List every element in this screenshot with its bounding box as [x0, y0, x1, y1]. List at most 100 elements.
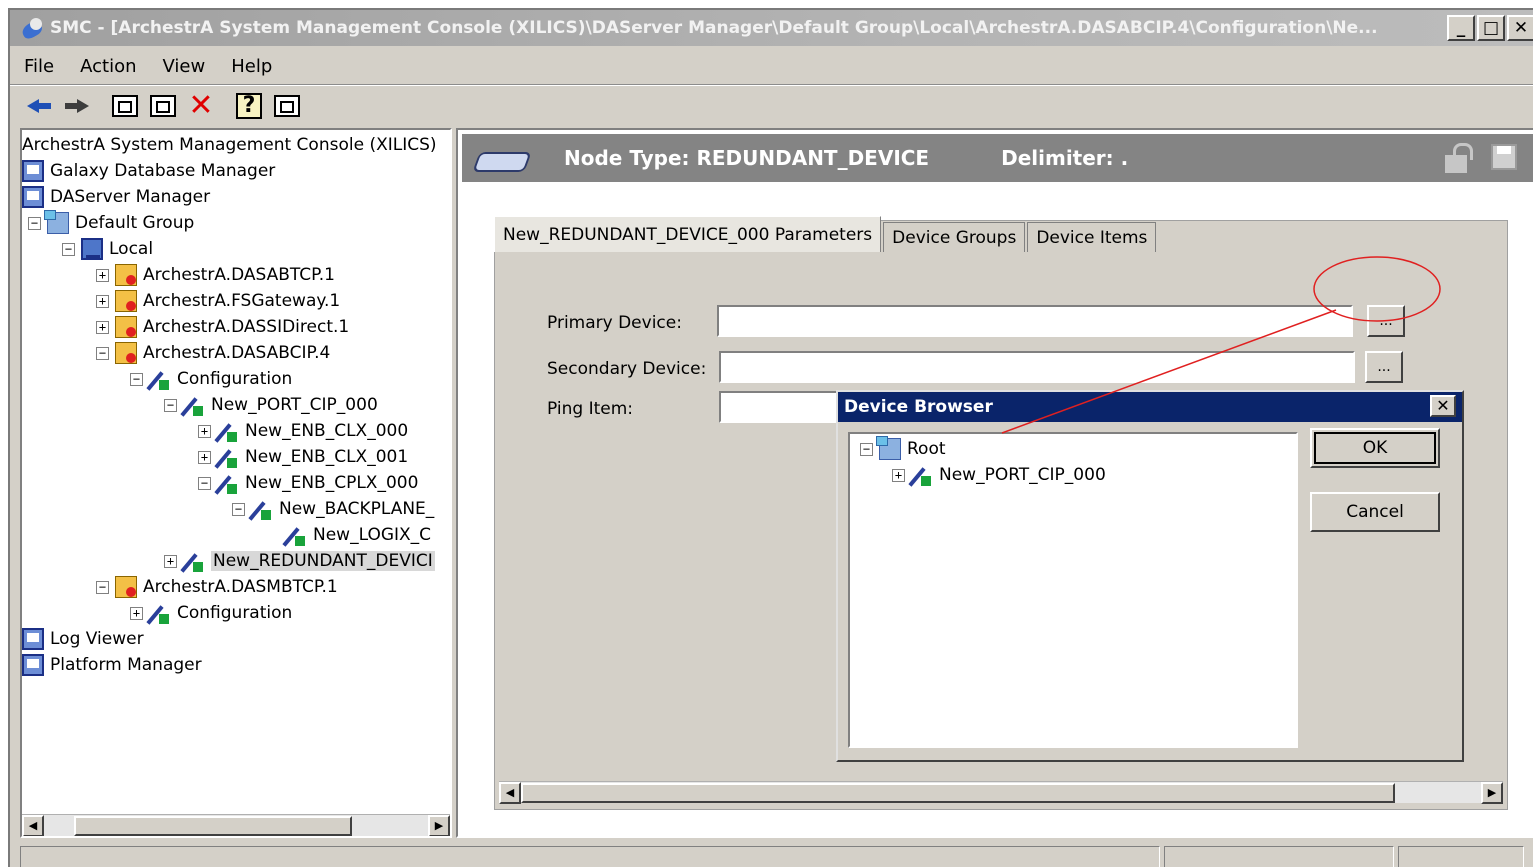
title-bar[interactable]: SMC - [ArchestrA System Management Conso…: [10, 10, 1533, 46]
tree-item-enb-cplx-000[interactable]: − New_ENB_CPLX_000: [198, 470, 418, 496]
back-button[interactable]: [24, 92, 54, 120]
status-cell-main: [20, 846, 1160, 867]
collapse-icon[interactable]: −: [96, 346, 109, 360]
unlock-icon[interactable]: [1445, 143, 1473, 173]
properties-button[interactable]: [272, 92, 302, 120]
tree-item-label: ArchestrA.DASABCIP.4: [143, 343, 331, 363]
dialog-title-bar[interactable]: Device Browser ✕: [838, 392, 1462, 422]
dialog-close-button[interactable]: ✕: [1430, 395, 1456, 417]
collapse-icon[interactable]: −: [130, 372, 143, 386]
tree-item-default-group[interactable]: − Default Group: [28, 210, 194, 236]
tree-item-fsgateway[interactable]: + ArchestrA.FSGateway.1: [96, 288, 340, 314]
tree-item-backplane[interactable]: − New_BACKPLANE_: [232, 496, 434, 522]
monitor-icon: [22, 628, 44, 650]
node-type-label: Node Type: REDUNDANT_DEVICE: [564, 146, 930, 170]
primary-browse-button[interactable]: ...: [1367, 305, 1405, 337]
up-folder-icon: [112, 95, 138, 117]
expand-icon[interactable]: +: [892, 468, 905, 482]
help-button[interactable]: ?: [234, 92, 264, 120]
tree-item-local[interactable]: − Local: [62, 236, 153, 262]
collapse-icon[interactable]: −: [62, 242, 75, 256]
tab-device-items[interactable]: Device Items: [1027, 222, 1157, 252]
tree-item-dasmbtcp[interactable]: − ArchestrA.DASMBTCP.1: [96, 574, 338, 600]
tree-item-log-viewer[interactable]: Log Viewer: [22, 626, 144, 652]
expand-icon[interactable]: +: [96, 268, 109, 282]
expand-icon[interactable]: +: [198, 450, 211, 464]
tree-item-platform-manager[interactable]: Platform Manager: [22, 652, 202, 678]
collapse-icon[interactable]: −: [164, 398, 177, 412]
tree-item-dasabcip[interactable]: − ArchestrA.DASABCIP.4: [96, 340, 330, 366]
collapse-icon[interactable]: −: [198, 476, 211, 490]
menu-file[interactable]: File: [24, 56, 54, 77]
up-folder-button[interactable]: [110, 92, 140, 120]
expand-icon[interactable]: +: [198, 424, 211, 438]
save-icon[interactable]: [1491, 144, 1517, 170]
group-icon: [44, 210, 69, 234]
window-title: SMC - [ArchestrA System Management Conso…: [50, 18, 1378, 38]
secondary-browse-button[interactable]: ...: [1365, 351, 1403, 383]
tree-item-galaxy-db[interactable]: Galaxy Database Manager: [22, 158, 275, 184]
expand-icon[interactable]: +: [164, 554, 177, 568]
cancel-button[interactable]: Cancel: [1310, 492, 1440, 532]
menu-action[interactable]: Action: [80, 56, 136, 77]
status-cell-3: [1398, 846, 1524, 867]
tree-item-redundant-device[interactable]: + New_REDUNDANT_DEVICI: [164, 548, 435, 574]
device-browser-tree[interactable]: − Root + New_PORT_CIP_000: [848, 432, 1298, 748]
tree-item-enb-clx-001[interactable]: + New_ENB_CLX_001: [198, 444, 408, 470]
help-icon: ?: [236, 93, 262, 119]
collapse-icon[interactable]: −: [28, 216, 41, 230]
tree-item-label: Galaxy Database Manager: [50, 161, 276, 181]
tree-item-configuration[interactable]: − Configuration: [130, 366, 292, 392]
primary-device-input[interactable]: [717, 305, 1353, 337]
menu-help[interactable]: Help: [231, 56, 272, 77]
device-icon: [183, 550, 205, 572]
tab-parameters[interactable]: New_REDUNDANT_DEVICE_000 Parameters: [494, 216, 882, 252]
tree-item-configuration-2[interactable]: + Configuration: [130, 600, 292, 626]
browser-item-label: Root: [907, 439, 946, 459]
secondary-device-input[interactable]: [719, 351, 1355, 383]
collapse-icon[interactable]: −: [860, 442, 873, 456]
collapse-icon[interactable]: −: [232, 502, 245, 516]
delete-button[interactable]: ✕: [186, 91, 216, 121]
scroll-thumb[interactable]: [74, 815, 352, 836]
browser-item-root[interactable]: − Root: [860, 436, 946, 462]
device-icon: [217, 472, 239, 494]
scroll-right-button[interactable]: ▶: [428, 814, 450, 836]
show-hide-tree-button[interactable]: [148, 92, 178, 120]
monitor-icon: [22, 654, 44, 676]
tree-item-port-cip[interactable]: − New_PORT_CIP_000: [164, 392, 378, 418]
ok-button[interactable]: OK: [1310, 428, 1440, 468]
scroll-thumb[interactable]: [521, 782, 1395, 803]
panel-horizontal-scrollbar[interactable]: ◀ ▶: [499, 781, 1503, 804]
tree-item-logix[interactable]: New_LOGIX_C: [285, 522, 431, 548]
tree-item-enb-clx-000[interactable]: + New_ENB_CLX_000: [198, 418, 408, 444]
device-icon: [217, 420, 239, 442]
tree-horizontal-scrollbar[interactable]: ◀ ▶: [22, 814, 450, 836]
tab-device-groups[interactable]: Device Groups: [883, 222, 1026, 252]
expand-icon[interactable]: +: [130, 606, 143, 620]
forward-button[interactable]: [62, 92, 92, 120]
browser-item-port-cip[interactable]: + New_PORT_CIP_000: [892, 462, 1106, 488]
tree-item-label: ArchestrA.DASABTCP.1: [143, 265, 335, 285]
tree-item-label: ArchestrA.DASSIDirect.1: [143, 317, 350, 337]
tree-item-label: Configuration: [177, 603, 293, 623]
node-header: Node Type: REDUNDANT_DEVICE Delimiter: .: [462, 134, 1533, 182]
scroll-right-button[interactable]: ▶: [1481, 781, 1503, 804]
minimize-button[interactable]: _: [1447, 15, 1475, 41]
collapse-icon[interactable]: −: [96, 580, 109, 594]
tree-item-root[interactable]: ArchestrA System Management Console (XIL…: [22, 132, 437, 158]
tab-strip: New_REDUNDANT_DEVICE_000 Parameters Devi…: [494, 216, 1158, 252]
expand-icon[interactable]: +: [96, 294, 109, 308]
maximize-button[interactable]: □: [1477, 15, 1505, 41]
tree-item-daserver-manager[interactable]: DAServer Manager: [22, 184, 210, 210]
scroll-left-button[interactable]: ◀: [499, 781, 521, 804]
console-tree[interactable]: ArchestrA System Management Console (XIL…: [20, 128, 452, 838]
menu-view[interactable]: View: [163, 56, 206, 77]
scroll-left-button[interactable]: ◀: [22, 814, 44, 836]
tree-item-dassidirect[interactable]: + ArchestrA.DASSIDirect.1: [96, 314, 349, 340]
daserver-icon: [115, 264, 137, 286]
expand-icon[interactable]: +: [96, 320, 109, 334]
daserver-icon: [115, 290, 137, 312]
close-button[interactable]: ✕: [1507, 15, 1533, 41]
tree-item-dasabtcp[interactable]: + ArchestrA.DASABTCP.1: [96, 262, 335, 288]
